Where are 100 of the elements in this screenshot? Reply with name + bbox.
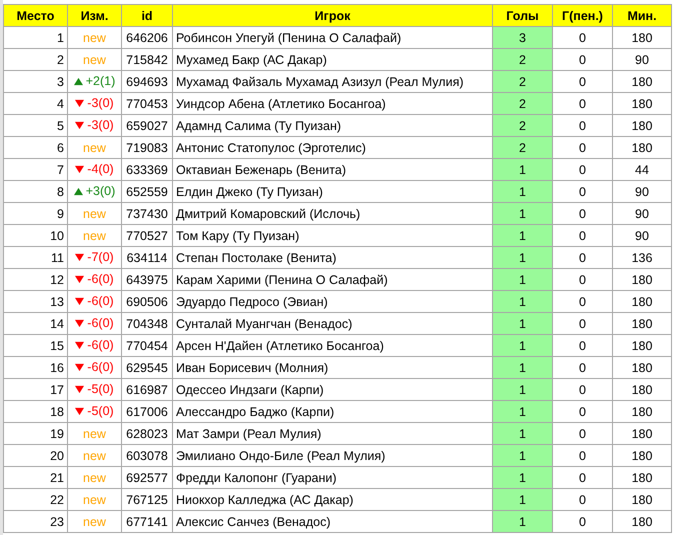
table-cell: 0: [552, 92, 612, 114]
table-cell: 1: [492, 488, 552, 510]
table-cell: 20: [4, 444, 68, 466]
change-text: -4(0): [87, 162, 114, 176]
table-cell: 659027: [122, 114, 172, 136]
table-cell: 1: [492, 202, 552, 224]
table-cell: 12: [4, 268, 68, 290]
change-text: new: [83, 448, 106, 462]
table-cell: Мухамед Бакр (АС Дакар): [172, 48, 492, 70]
table-cell: 0: [552, 158, 612, 180]
change-text: new: [83, 30, 106, 44]
table-cell: 1: [492, 180, 552, 202]
table-cell: 0: [552, 466, 612, 488]
table-cell: 1: [492, 158, 552, 180]
table-cell: 180: [612, 510, 672, 532]
table-cell: Робинсон Упегуй (Пенина О Салафай): [172, 26, 492, 48]
table-cell: Том Кару (Ту Пуизан): [172, 224, 492, 246]
table-cell: 0: [552, 26, 612, 48]
table-cell: 0: [552, 246, 612, 268]
change-text: new: [83, 514, 106, 528]
table-cell: 628023: [122, 422, 172, 444]
table-cell: 16: [4, 356, 68, 378]
table-cell: Эмилиано Ондо-Биле (Реал Мулия): [172, 444, 492, 466]
table-cell: 770454: [122, 334, 172, 356]
table-cell: 180: [612, 488, 672, 510]
change-text: new: [83, 140, 106, 154]
table-cell: 2: [492, 92, 552, 114]
table-cell: 0: [552, 510, 612, 532]
table-cell: 629545: [122, 356, 172, 378]
table-cell: 180: [612, 26, 672, 48]
change-text: +3(0): [86, 184, 116, 198]
table-cell: 18: [4, 400, 68, 422]
table-cell: Арсен Н'Дайен (Атлетико Босангоа): [172, 334, 492, 356]
table-cell: 643975: [122, 268, 172, 290]
table-cell: 692577: [122, 466, 172, 488]
change-text: -7(0): [87, 250, 114, 264]
change-text: -5(0): [87, 382, 114, 396]
table-cell: Мухамад Файзаль Мухамад Азизул (Реал Мулия): [172, 70, 492, 92]
table-cell: 1: [492, 312, 552, 334]
table-cell: 1: [492, 224, 552, 246]
table-cell: 6: [4, 136, 68, 158]
table-cell: 0: [552, 136, 612, 158]
table-cell: 1: [492, 466, 552, 488]
table-cell: 13: [4, 290, 68, 312]
table-cell: 0: [552, 70, 612, 92]
table-cell: 22: [4, 488, 68, 510]
table-cell: 180: [612, 466, 672, 488]
table-cell: 770527: [122, 224, 172, 246]
table-cell: 180: [612, 356, 672, 378]
table-cell: Иван Борисевич (Молния): [172, 356, 492, 378]
table-cell: 652559: [122, 180, 172, 202]
table-cell: 694693: [122, 70, 172, 92]
table-cell: Алессандро Баджо (Карпи): [172, 400, 492, 422]
column-header: Место: [4, 4, 68, 26]
table-cell: 21: [4, 466, 68, 488]
table-cell: 715842: [122, 48, 172, 70]
column-header: Мин.: [612, 4, 672, 26]
table-cell: 90: [612, 180, 672, 202]
table-cell: 90: [612, 202, 672, 224]
table-cell: Степан Постолаке (Венита): [172, 246, 492, 268]
table-cell: 0: [552, 422, 612, 444]
change-text: -3(0): [87, 96, 114, 110]
table-cell: 0: [552, 290, 612, 312]
table-cell: 690506: [122, 290, 172, 312]
change-text: -6(0): [87, 316, 114, 330]
table-cell: Уиндсор Абена (Атлетико Босангоа): [172, 92, 492, 114]
table-cell: 1: [492, 378, 552, 400]
table-cell: 1: [492, 510, 552, 532]
table-cell: Октавиан Беженарь (Венита): [172, 158, 492, 180]
table-cell: 0: [552, 334, 612, 356]
table-cell: 7: [4, 158, 68, 180]
table-cell: 1: [492, 444, 552, 466]
table-cell: Ниокхор Калледжа (АС Дакар): [172, 488, 492, 510]
table-cell: 616987: [122, 378, 172, 400]
column-header: Изм.: [68, 4, 122, 26]
table-cell: 4: [4, 92, 68, 114]
column-header: Игрок: [172, 4, 492, 26]
table-cell: 634114: [122, 246, 172, 268]
table-cell: 180: [612, 378, 672, 400]
table-cell: 0: [552, 114, 612, 136]
change-text: new: [83, 426, 106, 440]
table-cell: 1: [492, 246, 552, 268]
table-cell: 0: [552, 180, 612, 202]
change-text: -6(0): [87, 272, 114, 286]
table-cell: 1: [492, 422, 552, 444]
table-cell: 0: [552, 268, 612, 290]
table-cell: 767125: [122, 488, 172, 510]
table-cell: 180: [612, 70, 672, 92]
table-cell: 180: [612, 400, 672, 422]
table-cell: 44: [612, 158, 672, 180]
table-cell: 0: [552, 488, 612, 510]
table-cell: 180: [612, 422, 672, 444]
table-cell: 90: [612, 224, 672, 246]
table-cell: 5: [4, 114, 68, 136]
change-text: -6(0): [87, 294, 114, 308]
table-cell: 8: [4, 180, 68, 202]
table-cell: 770453: [122, 92, 172, 114]
change-text: new: [83, 228, 106, 242]
table-cell: 719083: [122, 136, 172, 158]
change-text: -6(0): [87, 360, 114, 374]
